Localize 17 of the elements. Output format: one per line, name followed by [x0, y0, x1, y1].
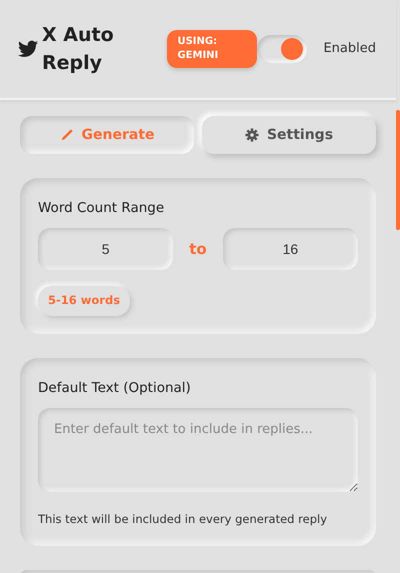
provider-badge: USING: GEMINI [167, 30, 258, 68]
range-separator: to [189, 239, 207, 260]
tab[interactable]: Settings [202, 116, 376, 154]
field-label: Default Text (Optional) [38, 378, 192, 398]
bird-icon [18, 40, 38, 58]
app-title: X Auto Reply [42, 22, 115, 76]
scrollbar-thumb[interactable] [396, 110, 400, 230]
min-words-field[interactable]: 5 [38, 228, 174, 270]
help-text: This text will be included in every generated reply [38, 510, 328, 528]
default-text-field[interactable]: Enter default text to include in replies... [38, 408, 358, 492]
field-label: Word Count Range [38, 199, 166, 218]
pencil-icon [60, 128, 74, 142]
word-range-badge: 5-16 words [38, 286, 130, 316]
settings-icon [244, 128, 259, 142]
toggle-label: Enabled [323, 40, 376, 58]
enable-toggle[interactable] [257, 35, 308, 63]
max-words-field[interactable]: 16 [222, 228, 358, 270]
